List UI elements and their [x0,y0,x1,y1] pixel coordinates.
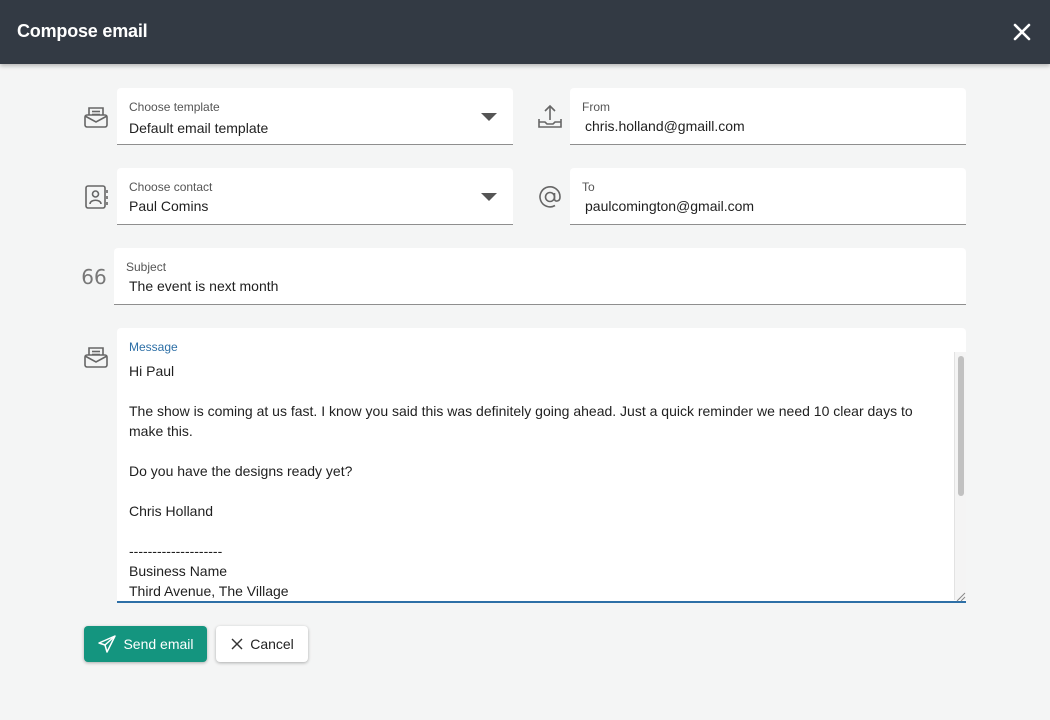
message-line: Chris Holland [129,503,214,519]
message-line: Business Name [129,563,228,579]
subject-label: Subject [126,260,167,274]
message-body[interactable]: Hi Paul The show is coming at us fast. I… [129,361,949,599]
message-label: Message [129,340,178,354]
contact-select[interactable]: Choose contact Paul Comins [117,168,513,225]
contact-card-icon [81,182,111,212]
message-line: Third Avenue, The Village [129,583,289,599]
message-line: Do you have the designs ready yet? [129,463,353,479]
message-line [129,381,949,401]
message-textarea[interactable]: Message Hi Paul The show is coming at us… [117,328,966,603]
dialog-titlebar: Compose email [0,0,1050,64]
chevron-down-icon[interactable] [481,193,497,201]
subject-field[interactable]: Subject The event is next month [114,248,966,305]
message-line [129,481,949,501]
cancel-button[interactable]: Cancel [216,626,308,662]
message-line: Hi Paul [129,363,175,379]
chevron-down-icon[interactable] [481,113,497,121]
from-value: chris.holland@gmaill.com [585,118,745,134]
message-line [129,521,949,541]
from-field[interactable]: From chris.holland@gmaill.com [570,88,966,145]
subject-value: The event is next month [129,278,279,294]
quote-icon: 66 [81,265,107,289]
resize-grip-icon[interactable] [954,589,966,602]
envelope-tray-icon [81,102,111,132]
dialog-title: Compose email [17,21,148,41]
message-line [129,441,949,461]
message-line: The show is coming at us fast. I know yo… [129,403,913,439]
contact-label: Choose contact [129,180,213,194]
envelope-tray-icon [81,342,111,372]
x-icon [231,638,243,650]
contact-value: Paul Comins [129,198,209,214]
to-value: paulcomington@gmail.com [585,198,755,214]
to-label: To [582,180,595,194]
cancel-label: Cancel [250,636,294,652]
message-line: -------------------- [129,543,223,559]
scrollbar-thumb[interactable] [958,356,964,496]
send-email-label: Send email [123,636,194,652]
template-value: Default email template [129,120,269,136]
upload-tray-icon [535,102,565,132]
at-sign-icon [535,182,565,212]
send-email-button[interactable]: Send email [84,626,207,662]
paper-plane-icon [98,635,117,653]
message-scrollbar[interactable] [954,352,966,600]
template-select[interactable]: Choose template Default email template [117,88,513,145]
to-field[interactable]: To paulcomington@gmail.com [570,168,966,225]
close-icon[interactable] [1008,18,1036,46]
from-label: From [582,100,610,114]
template-label: Choose template [129,100,220,114]
